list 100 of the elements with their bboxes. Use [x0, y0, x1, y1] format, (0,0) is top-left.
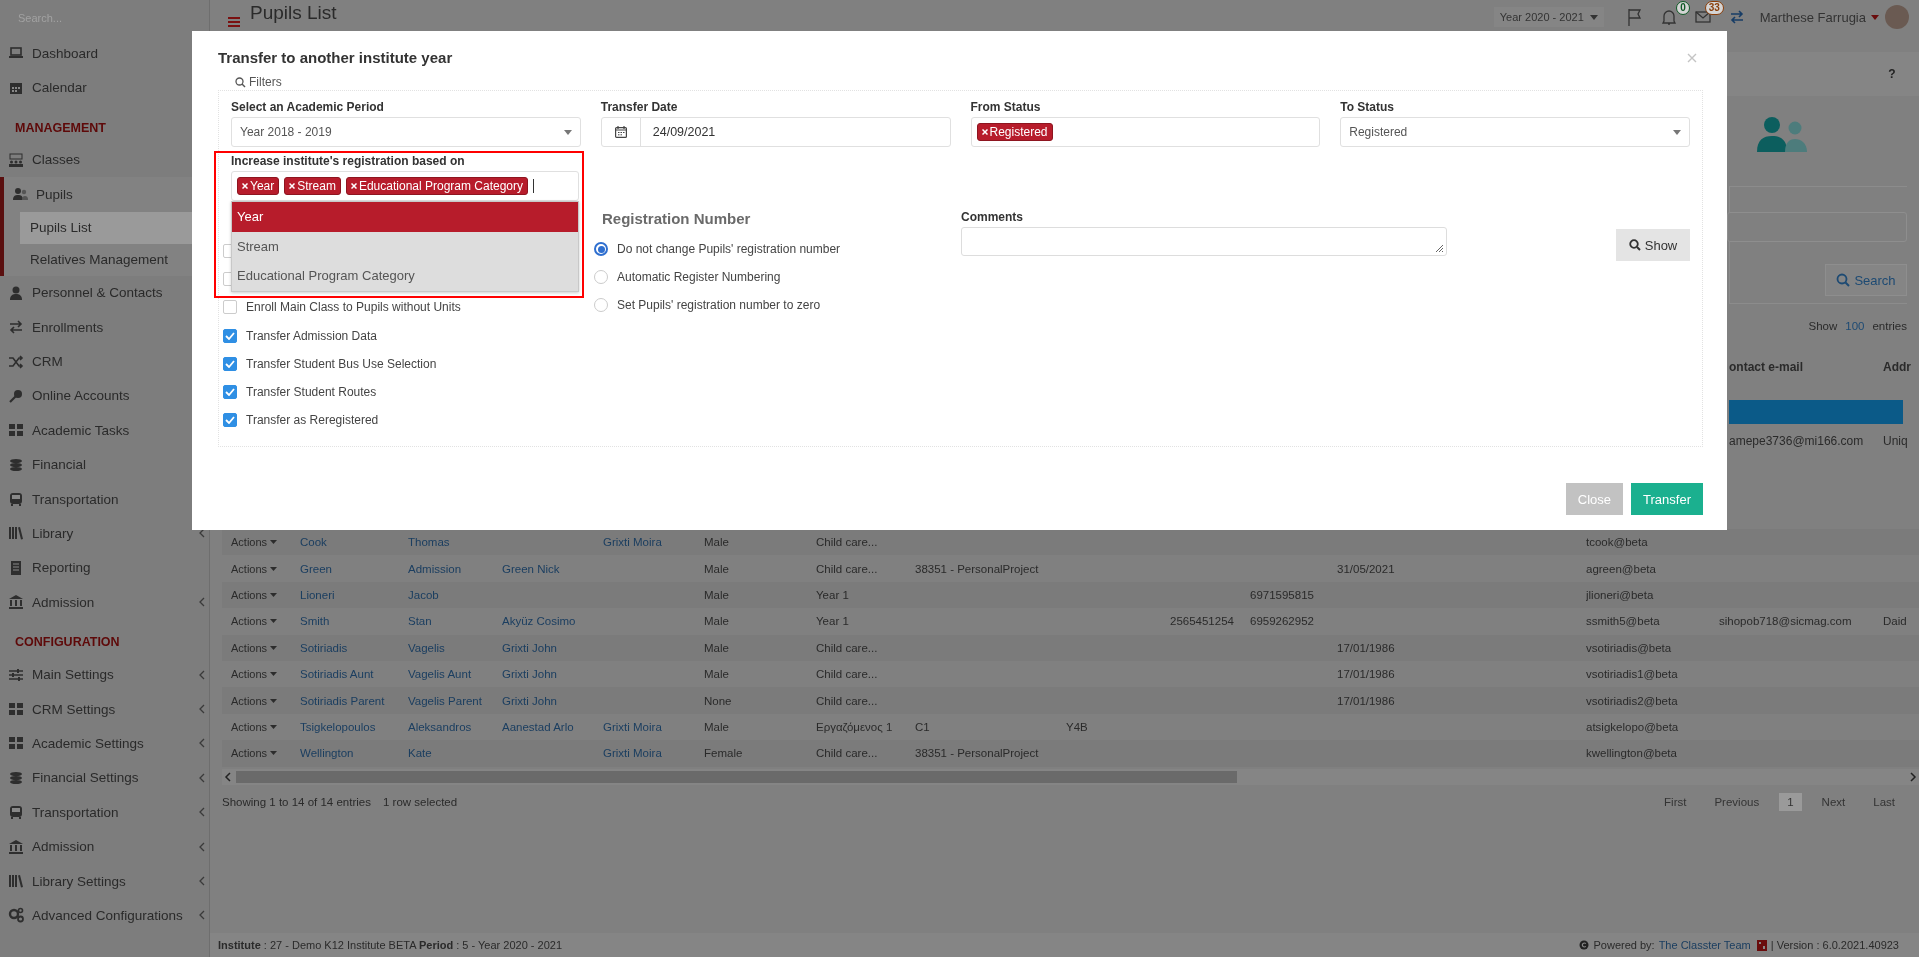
close-icon[interactable] [1687, 52, 1697, 63]
sidebar-item[interactable]: Financial [0, 447, 209, 482]
remove-icon [289, 183, 296, 189]
entries-dropdown[interactable]: 100 [1845, 320, 1865, 332]
pagination-link[interactable]: 1 [1779, 792, 1802, 811]
multiselect-field[interactable]: Registered [970, 117, 1321, 147]
column-header[interactable]: ontact e-mail [1729, 360, 1883, 374]
select-field[interactable]: Registered [1340, 117, 1690, 147]
sidebar-item[interactable]: Library [0, 516, 209, 551]
table-link[interactable]: Grixti Moira [603, 747, 662, 760]
pagination-link[interactable]: Next [1813, 792, 1854, 811]
dropdown-option[interactable]: Stream [232, 231, 578, 261]
team-link[interactable]: The Classter Team [1658, 939, 1751, 951]
table-link[interactable]: Aanestad Arlo [502, 720, 574, 733]
table-link[interactable]: Tsigkelopoulos [300, 720, 376, 733]
table-link[interactable]: Sotiriadis Parent [300, 694, 385, 707]
table-link[interactable]: Admission [408, 562, 462, 575]
table-link[interactable]: Grixti John [502, 668, 557, 681]
table-link[interactable]: Lioneri [300, 588, 335, 601]
sidebar-item[interactable]: Advanced Configurations [0, 898, 209, 933]
sidebar-item[interactable]: CRM Settings [0, 691, 209, 727]
table-link[interactable]: Vagelis Aunt [408, 668, 472, 681]
bell-icon[interactable] [1660, 8, 1677, 26]
sidebar-item[interactable]: Classes [0, 142, 209, 178]
sidebar-item[interactable]: Reporting [0, 550, 209, 586]
actions-dropdown[interactable]: Actions [231, 641, 278, 654]
table-link[interactable]: Vagelis Parent [408, 694, 482, 707]
sidebar-item[interactable]: Financial Settings [0, 760, 209, 796]
filters-label: Filters [249, 75, 282, 89]
table-link[interactable]: Wellington [300, 747, 354, 760]
tag-chip[interactable]: Registered [976, 123, 1053, 141]
table-link[interactable]: Grixti Moira [603, 536, 662, 549]
actions-dropdown[interactable]: Actions [231, 562, 278, 575]
flag-icon[interactable] [1626, 8, 1643, 26]
table-link[interactable]: Grixti John [502, 694, 557, 707]
search-button[interactable]: Search [1825, 264, 1907, 296]
actions-dropdown[interactable]: Actions [231, 747, 278, 760]
sidebar-item[interactable]: Library Settings [0, 863, 209, 899]
sidebar-item[interactable]: Dashboard [0, 36, 209, 71]
table-link[interactable]: Green [300, 562, 332, 575]
dropdown-option[interactable]: Educational Program Category [232, 261, 578, 291]
pagination-link[interactable]: Previous [1706, 792, 1768, 811]
table-link[interactable]: Stan [408, 615, 432, 628]
dropdown-option[interactable]: Year [232, 202, 578, 232]
checkbox[interactable] [223, 413, 237, 428]
table-link[interactable]: Vagelis [408, 641, 445, 654]
sidebar-item[interactable]: Personnel & Contacts [0, 275, 209, 310]
column-header[interactable]: Addr [1883, 360, 1911, 374]
table-link[interactable]: Aleksandros [408, 720, 472, 733]
table-link[interactable]: Kate [408, 747, 432, 760]
sidebar-item[interactable]: Transportation [0, 481, 209, 517]
tag-chip[interactable]: Stream [284, 177, 341, 195]
table-link[interactable]: Grixti Moira [603, 720, 662, 733]
tag-chip[interactable]: Educational Program Category [345, 177, 529, 195]
actions-dropdown[interactable]: Actions [231, 668, 278, 681]
sidebar-item[interactable]: Pupils [4, 177, 209, 212]
pagination-link[interactable]: Last [1865, 792, 1903, 811]
show-button[interactable]: Show [1616, 229, 1690, 261]
actions-dropdown[interactable]: Actions [231, 615, 278, 628]
sidebar-item[interactable]: Calendar [0, 70, 209, 105]
checkbox[interactable] [223, 300, 237, 315]
sidebar-item[interactable]: Main Settings [0, 657, 209, 692]
sidebar-item[interactable]: CRM [0, 344, 209, 379]
checkbox[interactable] [223, 328, 237, 343]
avatar[interactable] [1885, 5, 1909, 29]
sidebar-item[interactable]: Academic Settings [0, 726, 209, 761]
tag-chip[interactable]: Year [237, 177, 280, 195]
user-menu[interactable]: Marthese Farrugia [1759, 9, 1879, 25]
table-link[interactable]: Akyüz Cosimo [502, 615, 576, 628]
sidebar-item[interactable]: Admission [0, 585, 209, 620]
transfer-button[interactable]: Transfer [1631, 483, 1703, 515]
chevron-left-icon [199, 669, 205, 680]
comments-field[interactable] [961, 227, 1447, 256]
table-link[interactable]: Smith [300, 615, 330, 628]
table-link[interactable]: Grixti John [502, 641, 557, 654]
table-link[interactable]: Sotiriadis [300, 641, 348, 654]
table-link[interactable]: Sotiriadis Aunt [300, 668, 374, 681]
radio-button[interactable] [594, 242, 608, 257]
actions-dropdown[interactable]: Actions [231, 694, 278, 707]
table-link[interactable]: Thomas [408, 536, 450, 549]
select-field[interactable]: Year 2018 - 2019 [231, 117, 581, 147]
pagination-link[interactable]: First [1656, 792, 1695, 811]
sidebar-item[interactable]: Online Accounts [0, 378, 209, 414]
envelope-icon[interactable] [1694, 8, 1711, 26]
search-field[interactable] [1727, 212, 1907, 242]
actions-dropdown[interactable]: Actions [231, 720, 278, 733]
checkbox[interactable] [223, 385, 237, 400]
period-dropdown[interactable]: Year 2020 - 2021 [1493, 7, 1604, 27]
checkbox[interactable] [223, 356, 237, 371]
actions-dropdown[interactable]: Actions [231, 536, 278, 549]
actions-dropdown[interactable]: Actions [231, 588, 278, 601]
sidebar-item[interactable]: Enrollments [0, 309, 209, 345]
table-link[interactable]: Green Nick [502, 562, 560, 575]
sidebar-item[interactable]: Academic Tasks [0, 413, 209, 448]
sidebar-item[interactable]: Transportation [0, 795, 209, 830]
table-link[interactable]: Cook [300, 536, 327, 549]
arrows-icon[interactable] [1728, 8, 1745, 26]
multiselect-field[interactable]: Year Stream Educational Program Category [231, 171, 579, 201]
sidebar-item[interactable]: Admission [0, 829, 209, 864]
table-link[interactable]: Jacob [408, 588, 439, 601]
